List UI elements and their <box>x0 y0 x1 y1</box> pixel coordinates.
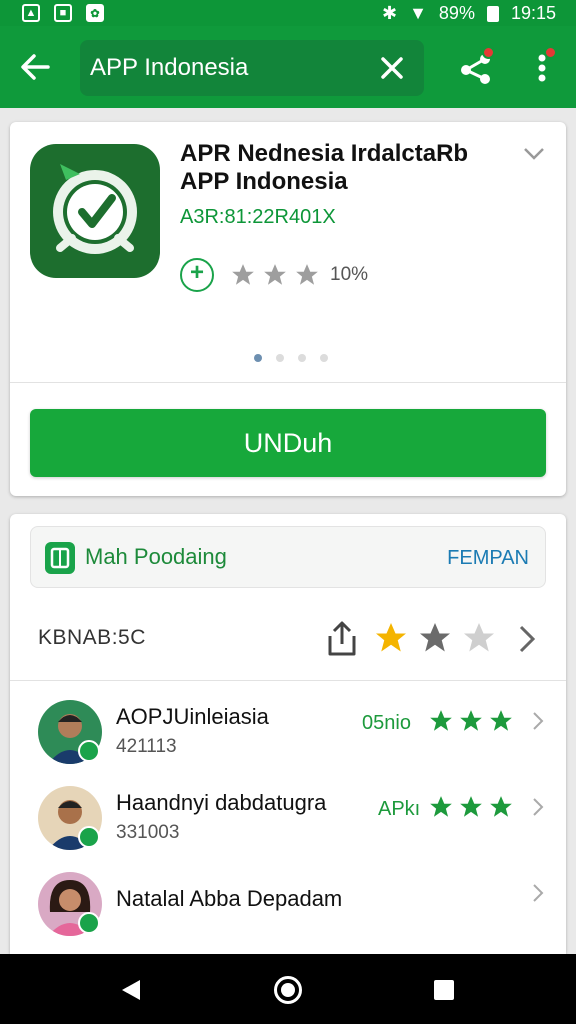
app-subtitle: APP Indonesia <box>180 168 348 195</box>
clear-icon[interactable] <box>378 54 406 82</box>
status-bar: ▲ ■ ✿ ✱ ▼ 89% 19:15 <box>0 0 576 26</box>
review-tag: 05nio <box>362 712 411 734</box>
star-icon <box>264 264 286 285</box>
chevron-right-icon[interactable] <box>532 882 544 904</box>
rating-row: + 10% <box>180 258 368 292</box>
review-tag: APkı <box>378 798 421 820</box>
promo-app-icon <box>45 542 75 574</box>
chevron-right-icon[interactable] <box>516 624 538 654</box>
battery-icon <box>486 5 499 22</box>
install-button[interactable]: UNDuh <box>30 409 546 477</box>
back-arrow-icon[interactable] <box>18 50 52 84</box>
star-icon <box>296 264 318 285</box>
document-icon: ■ <box>54 4 72 22</box>
app-detail-card: APR Nednesia IrdalctaRb APP Indonesia A3… <box>10 122 566 496</box>
nav-home-icon[interactable] <box>274 976 302 1004</box>
wifi-icon: ▼ <box>409 3 427 23</box>
notification-badge <box>544 46 557 59</box>
clock: 19:15 <box>510 3 556 23</box>
carousel-dot[interactable] <box>276 354 284 362</box>
list-item[interactable]: Natalal Abba Depadam <box>10 872 566 958</box>
star-icon <box>490 710 512 731</box>
star-icon <box>430 710 452 731</box>
app-bar <box>0 26 576 108</box>
carousel-dot[interactable] <box>298 354 306 362</box>
image-icon: ▲ <box>22 4 40 22</box>
nav-back-icon[interactable] <box>120 978 142 1002</box>
star-icon <box>464 623 494 652</box>
promo-action-link[interactable]: FEMPAN <box>447 547 529 570</box>
star-icon <box>460 796 482 817</box>
chevron-right-icon[interactable] <box>532 796 544 818</box>
rating-percent: 10% <box>330 264 369 285</box>
system-nav-bar <box>0 954 576 1024</box>
app-code: A3R:81:22R401X <box>180 206 336 228</box>
review-stars <box>428 708 514 734</box>
star-icon <box>376 623 406 652</box>
verified-badge-icon <box>78 912 100 934</box>
section-rating[interactable] <box>372 620 498 656</box>
star-icon <box>490 796 512 817</box>
list-item[interactable]: AOPJUinleiasia 421113 05nio <box>10 700 566 786</box>
review-stars <box>428 794 514 820</box>
promo-banner[interactable]: Mah Poodaing FEMPAN <box>30 526 546 588</box>
notification-badge <box>482 46 495 59</box>
add-badge-icon[interactable]: + <box>180 258 214 292</box>
list-item[interactable]: Haandnyi dabdatugra 331003 APkı <box>10 786 566 872</box>
share-icon[interactable] <box>458 46 495 86</box>
review-meta: 331003 <box>116 822 180 843</box>
upload-icon[interactable] <box>324 620 360 658</box>
review-name: Haandnyi dabdatugra <box>116 790 327 815</box>
carousel-dot[interactable] <box>254 354 262 362</box>
review-name: AOPJUinleiasia <box>116 704 269 729</box>
carousel-dot[interactable] <box>320 354 328 362</box>
review-name: Natalal Abba Depadam <box>116 886 343 911</box>
section-label: KBNAB:5C <box>38 626 146 649</box>
verified-badge-icon <box>78 826 100 848</box>
app-title: APR Nednesia IrdalctaRb <box>180 140 469 167</box>
search-bar <box>80 40 424 96</box>
star-icon <box>460 710 482 731</box>
bluetooth-icon: ✱ <box>382 3 398 23</box>
photo-icon: ✿ <box>86 4 104 22</box>
nav-recents-icon[interactable] <box>434 980 454 1000</box>
star-icon <box>430 796 452 817</box>
chevron-down-icon[interactable] <box>522 146 546 162</box>
verified-badge-icon <box>78 740 100 762</box>
divider <box>10 680 566 681</box>
battery-text: 89% <box>438 3 475 23</box>
app-icon[interactable] <box>30 144 160 278</box>
star-icon <box>232 264 254 285</box>
promo-label: Mah Poodaing <box>85 544 227 569</box>
review-meta: 421113 <box>116 736 177 757</box>
more-vert-icon[interactable] <box>530 46 560 86</box>
carousel-indicator <box>254 354 328 362</box>
search-input[interactable] <box>90 40 360 96</box>
reviews-card: Mah Poodaing FEMPAN KBNAB:5C AOPJUinleia… <box>10 514 566 954</box>
divider <box>10 382 566 383</box>
chevron-right-icon[interactable] <box>532 710 544 732</box>
star-icon <box>420 623 450 652</box>
